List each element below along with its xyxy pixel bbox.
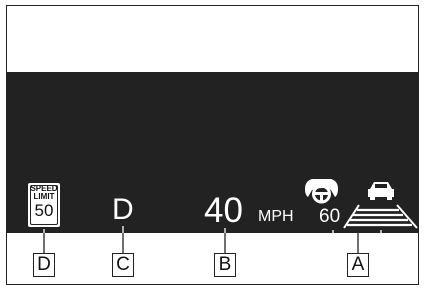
callout-bracket-a (332, 230, 382, 237)
callout-label-a: A (347, 253, 369, 277)
callout-label-c: C (112, 253, 134, 277)
callout-lines (43, 226, 382, 253)
callout-label-b: B (214, 253, 236, 277)
callout-label-d: D (33, 253, 55, 277)
